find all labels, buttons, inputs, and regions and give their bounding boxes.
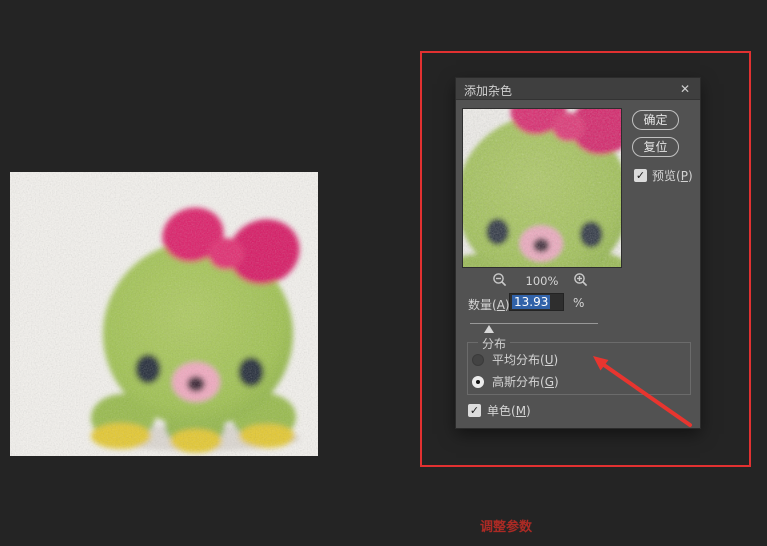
amount-input[interactable]: 13.93: [509, 293, 564, 311]
annotation-caption: 调整参数: [479, 520, 532, 535]
amount-label: 数量(A):: [468, 298, 514, 312]
amount-unit: %: [573, 296, 585, 310]
distribution-group-label: 分布: [478, 335, 511, 352]
photoshop-workspace: 添加杂色 ✕ 100% 数量(A): 13.93 % 分布: [0, 0, 767, 546]
monochrome-checkbox-row[interactable]: ✓ 单色(M): [468, 402, 531, 419]
checkbox-checked-icon[interactable]: ✓: [634, 169, 647, 182]
preview-checkbox-row[interactable]: ✓ 预览(P): [634, 167, 693, 184]
document-image: [10, 172, 318, 456]
radio-uniform-label: 平均分布(U): [492, 353, 559, 367]
zoom-in-icon[interactable]: [573, 272, 589, 288]
close-icon[interactable]: ✕: [677, 81, 693, 97]
radio-selected-icon[interactable]: [472, 375, 484, 388]
checkbox-checked-icon[interactable]: ✓: [468, 404, 481, 417]
reset-button[interactable]: 复位: [632, 137, 679, 157]
dialog-titlebar[interactable]: 添加杂色 ✕: [456, 78, 700, 100]
amount-slider-thumb[interactable]: [484, 325, 494, 333]
noise-preview-thumbnail[interactable]: [462, 108, 622, 268]
radio-gaussian-label: 高斯分布(G): [492, 375, 559, 389]
radio-gaussian-distribution[interactable]: 高斯分布(G): [472, 373, 559, 390]
monochrome-label: 单色(M): [487, 404, 531, 418]
radio-unselected-icon[interactable]: [472, 353, 484, 366]
amount-slider-track[interactable]: [470, 323, 598, 324]
zoom-level: 100%: [525, 274, 559, 288]
octopus-photo: [10, 172, 318, 456]
ok-button[interactable]: 确定: [632, 110, 679, 130]
radio-uniform-distribution[interactable]: 平均分布(U): [472, 351, 558, 368]
amount-value: 13.93: [512, 295, 551, 309]
zoom-out-icon[interactable]: [492, 272, 508, 288]
dialog-title: 添加杂色: [464, 84, 513, 98]
preview-label: 预览(P): [652, 169, 693, 183]
preview-image: [463, 109, 621, 267]
distribution-group: 分布 平均分布(U) 高斯分布(G): [467, 335, 691, 395]
add-noise-dialog: 添加杂色 ✕ 100% 数量(A): 13.93 % 分布: [456, 78, 700, 428]
